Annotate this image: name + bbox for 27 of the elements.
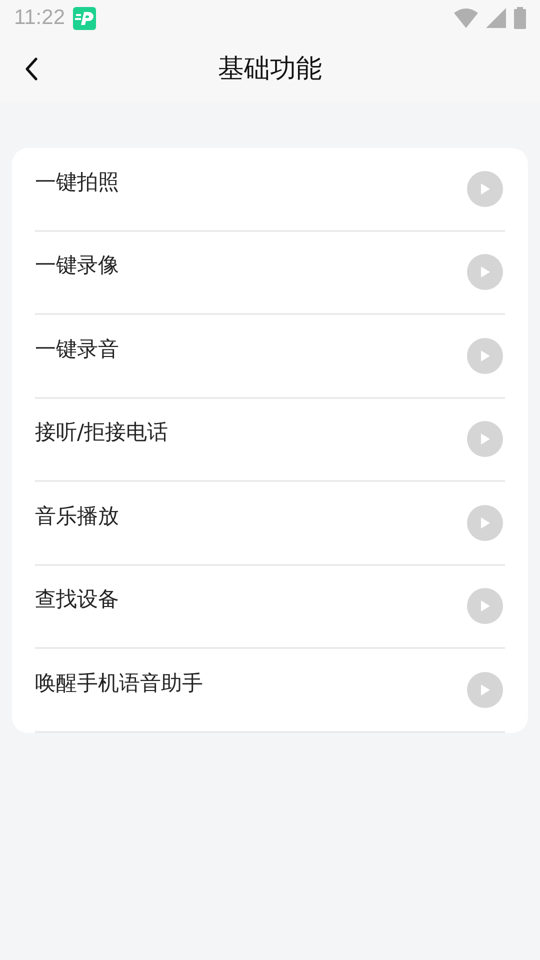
play-button[interactable] [467, 672, 503, 708]
play-button[interactable] [467, 588, 503, 624]
play-icon [478, 599, 492, 614]
function-label: 一键拍照 [35, 168, 119, 196]
function-label: 查找设备 [35, 586, 119, 613]
play-button[interactable] [467, 338, 503, 374]
signal-icon [486, 8, 506, 28]
function-label: 接听/拒接电话 [35, 419, 168, 446]
battery-icon [514, 7, 526, 29]
wifi-icon [454, 8, 478, 28]
play-icon [478, 682, 492, 697]
play-icon [478, 265, 492, 280]
app-icon [73, 6, 96, 30]
function-label: 音乐播放 [35, 502, 119, 530]
play-button[interactable] [467, 504, 503, 541]
play-button[interactable] [467, 254, 503, 290]
play-icon [478, 516, 492, 530]
play-icon [478, 182, 492, 196]
play-button[interactable] [467, 421, 503, 458]
page-title: 基础功能 [218, 52, 322, 86]
status-time: 11:22 [14, 5, 65, 32]
play-icon [478, 432, 492, 446]
function-label: 一键录音 [35, 336, 119, 362]
play-button[interactable] [467, 170, 503, 207]
play-icon [478, 348, 492, 363]
function-label: 唤醒手机语音助手 [35, 670, 203, 696]
function-label: 一键录像 [35, 252, 119, 279]
